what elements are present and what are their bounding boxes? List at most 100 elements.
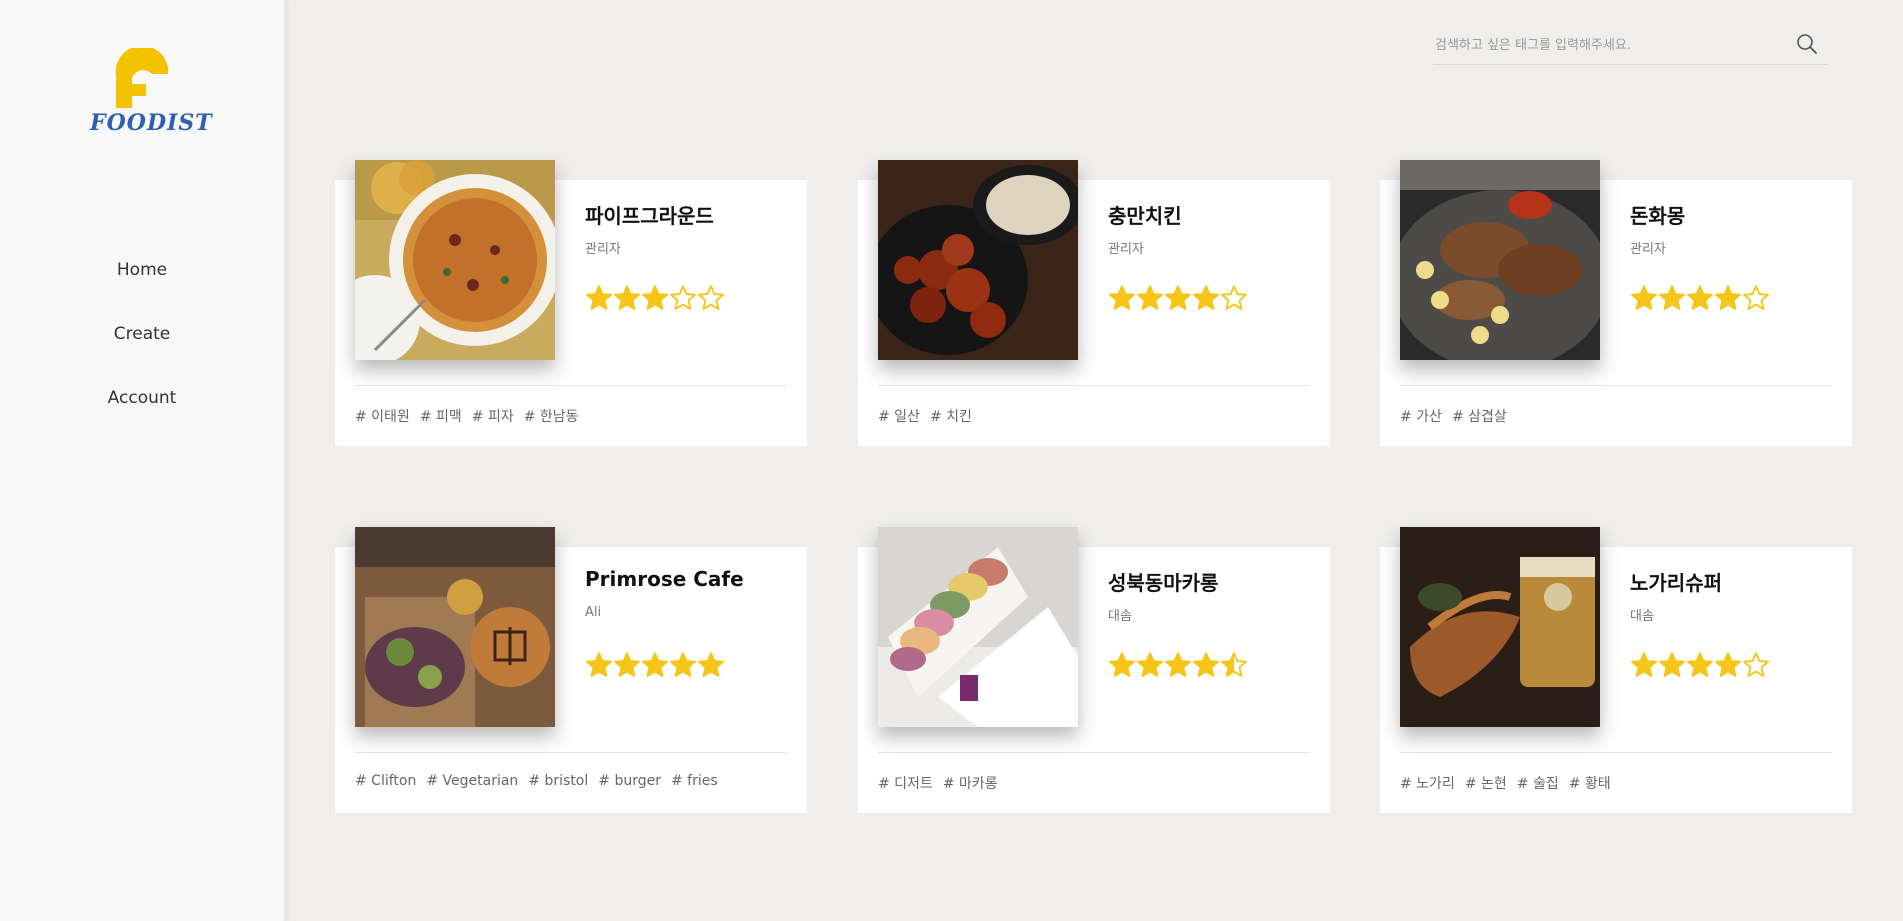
card-image-chicken[interactable] bbox=[878, 160, 1078, 360]
restaurant-card[interactable]: 파이프그라운드 관리자 # 이태원 # 피맥 # 피자 # 한남동 bbox=[335, 160, 807, 446]
logo-f-icon bbox=[115, 48, 168, 108]
tag[interactable]: # 황태 bbox=[1569, 776, 1611, 792]
rating-stars bbox=[1108, 651, 1248, 681]
card-tags: # 노가리 # 논현 # 술집 # 황태 bbox=[1400, 773, 1621, 793]
card-image-nogari[interactable] bbox=[1400, 527, 1600, 727]
card-title[interactable]: 충만치킨 bbox=[1108, 200, 1182, 229]
restaurant-card[interactable]: 돈화몽 관리자 # 가산 # 삼겹살 bbox=[1380, 160, 1852, 446]
star-filled-icon bbox=[1109, 285, 1135, 310]
tag[interactable]: # 삼겹살 bbox=[1452, 409, 1507, 425]
star-empty-icon bbox=[1743, 652, 1769, 677]
tag[interactable]: # 마카롱 bbox=[943, 776, 998, 792]
chicken-image bbox=[878, 160, 1078, 360]
tag[interactable]: # 치킨 bbox=[930, 409, 972, 425]
restaurant-card[interactable]: 노가리슈퍼 대솜 # 노가리 # 논현 # 술집 # 황태 bbox=[1380, 527, 1852, 813]
rating-stars bbox=[1630, 284, 1770, 314]
grilled-pork-image bbox=[1400, 160, 1600, 360]
tag[interactable]: # Vegetarian bbox=[426, 773, 518, 789]
star-filled-icon bbox=[1687, 652, 1713, 677]
nav-item-create[interactable]: Create bbox=[0, 314, 284, 378]
star-filled-icon bbox=[1193, 285, 1219, 310]
card-title[interactable]: 파이프그라운드 bbox=[585, 200, 714, 229]
search-bar bbox=[1433, 24, 1827, 65]
card-tags: # 이태원 # 피맥 # 피자 # 한남동 bbox=[355, 406, 589, 426]
tag[interactable]: # burger bbox=[598, 773, 661, 789]
star-filled-icon bbox=[1165, 652, 1191, 677]
card-divider bbox=[355, 752, 787, 753]
star-empty-icon bbox=[1221, 285, 1247, 310]
rating-stars bbox=[1630, 651, 1770, 681]
card-divider bbox=[878, 752, 1310, 753]
star-filled-icon bbox=[698, 652, 724, 677]
restaurant-card[interactable]: Primrose Cafe Ali # Clifton # Vegetarian #… bbox=[335, 527, 807, 813]
star-filled-icon bbox=[586, 285, 612, 310]
card-author: Ali bbox=[585, 605, 602, 620]
card-author: 관리자 bbox=[1630, 242, 1666, 257]
card-tags: # 디저트 # 마카롱 bbox=[878, 773, 1008, 793]
rating-stars bbox=[585, 651, 725, 681]
nav-item-home[interactable]: Home bbox=[0, 250, 284, 314]
star-filled-icon bbox=[642, 652, 668, 677]
star-filled-icon bbox=[614, 285, 640, 310]
star-empty-icon bbox=[670, 285, 696, 310]
search-icon[interactable] bbox=[1795, 32, 1819, 56]
card-title[interactable]: 돈화몽 bbox=[1630, 200, 1685, 229]
dried-fish-beer-image bbox=[1400, 527, 1600, 727]
nav-item-account[interactable]: Account bbox=[0, 378, 284, 442]
card-divider bbox=[355, 385, 787, 386]
tag[interactable]: # 노가리 bbox=[1400, 776, 1455, 792]
star-filled-icon bbox=[1715, 285, 1741, 310]
tag[interactable]: # 피맥 bbox=[420, 409, 462, 425]
star-half-icon bbox=[1221, 652, 1247, 677]
restaurant-card[interactable]: 충만치킨 관리자 # 일산 # 치킨 bbox=[858, 160, 1330, 446]
tag[interactable]: # 이태원 bbox=[355, 409, 410, 425]
star-filled-icon bbox=[586, 652, 612, 677]
star-filled-icon bbox=[1687, 285, 1713, 310]
logo-text: FOODIST bbox=[90, 110, 213, 136]
tag[interactable]: # Clifton bbox=[355, 773, 416, 789]
star-filled-icon bbox=[1193, 652, 1219, 677]
card-divider bbox=[1400, 752, 1832, 753]
card-author: 대솜 bbox=[1108, 609, 1132, 624]
restaurant-card[interactable]: 성북동마카롱 대솜 # 디저트 # 마카롱 bbox=[858, 527, 1330, 813]
card-author: 관리자 bbox=[585, 242, 621, 257]
sidebar: FOODIST Home Create Account bbox=[0, 0, 285, 921]
tag[interactable]: # 피자 bbox=[472, 409, 514, 425]
card-title[interactable]: 성북동마카롱 bbox=[1108, 567, 1218, 596]
main-nav: Home Create Account bbox=[0, 250, 284, 442]
card-tags: # 가산 # 삼겹살 bbox=[1400, 406, 1517, 426]
star-filled-icon bbox=[642, 285, 668, 310]
card-image-burger[interactable] bbox=[355, 527, 555, 727]
tag[interactable]: # bristol bbox=[528, 773, 588, 789]
star-filled-icon bbox=[1631, 285, 1657, 310]
tag[interactable]: # 가산 bbox=[1400, 409, 1442, 425]
star-filled-icon bbox=[1165, 285, 1191, 310]
search-input[interactable] bbox=[1433, 32, 1777, 58]
tag[interactable]: # 술집 bbox=[1517, 776, 1559, 792]
card-divider bbox=[1400, 385, 1832, 386]
star-filled-icon bbox=[1109, 652, 1135, 677]
star-filled-icon bbox=[1137, 652, 1163, 677]
card-tags: # Clifton # Vegetarian # bristol # burger # … bbox=[355, 773, 728, 789]
card-author: 대솜 bbox=[1630, 609, 1654, 624]
star-filled-icon bbox=[670, 652, 696, 677]
card-title[interactable]: Primrose Cafe bbox=[585, 567, 744, 591]
star-filled-icon bbox=[1659, 285, 1685, 310]
card-image-pizza[interactable] bbox=[355, 160, 555, 360]
tag[interactable]: # 디저트 bbox=[878, 776, 933, 792]
card-title[interactable]: 노가리슈퍼 bbox=[1630, 567, 1722, 596]
logo[interactable]: FOODIST bbox=[90, 48, 213, 144]
star-empty-icon bbox=[698, 285, 724, 310]
star-filled-icon bbox=[1659, 652, 1685, 677]
tag[interactable]: # fries bbox=[671, 773, 718, 789]
macaron-box-image bbox=[878, 527, 1078, 727]
card-divider bbox=[878, 385, 1310, 386]
star-filled-icon bbox=[1631, 652, 1657, 677]
card-image-macaron[interactable] bbox=[878, 527, 1078, 727]
tag[interactable]: # 논현 bbox=[1465, 776, 1507, 792]
pizza-image bbox=[355, 160, 555, 360]
card-image-pork[interactable] bbox=[1400, 160, 1600, 360]
tag[interactable]: # 일산 bbox=[878, 409, 920, 425]
star-filled-icon bbox=[1715, 652, 1741, 677]
tag[interactable]: # 한남동 bbox=[524, 409, 579, 425]
